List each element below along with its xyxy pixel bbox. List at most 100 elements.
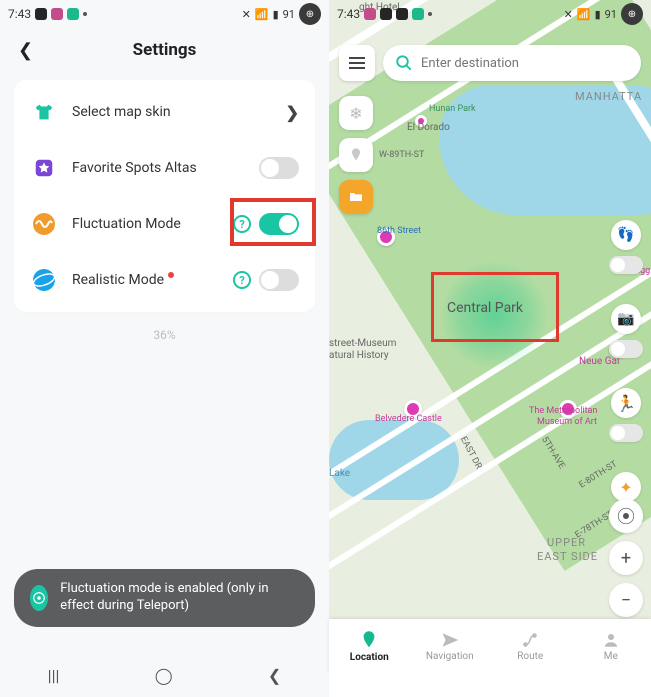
row-label: Select map skin (72, 104, 286, 120)
crosshair-icon: ⦿ (617, 503, 635, 529)
pin-icon (348, 147, 364, 163)
map-canvas[interactable]: ght Hotel MANHATTA Hunan Park El Dorado … (329, 0, 651, 697)
map-label: EAST SIDE (537, 550, 598, 563)
whatsapp-icon (412, 8, 424, 20)
camera-icon: 📷 (617, 311, 634, 327)
battery-pct: 91 (283, 8, 295, 21)
map-label: Belvedere Castle (375, 414, 442, 424)
battery-pct: 91 (605, 8, 617, 21)
bottom-nav: Location Navigation Route Me (329, 619, 651, 673)
zoom-in-button[interactable]: + (609, 541, 643, 575)
tab-location[interactable]: Location (329, 619, 410, 673)
feet-badge[interactable]: 👣 (611, 220, 641, 250)
map-label: MANHATTA (575, 90, 642, 103)
more-icon (83, 12, 87, 16)
toast-text: Fluctuation mode is enabled (only in eff… (60, 581, 299, 615)
globe-icon (30, 266, 58, 294)
toast: Fluctuation mode is enabled (only in eff… (14, 569, 315, 627)
wifi-icon: 📶 (255, 8, 269, 21)
photo-icon (380, 8, 392, 20)
cam-badge[interactable]: 📷 (611, 304, 641, 334)
starburst-icon: ✦ (619, 478, 632, 497)
row-select-map-skin[interactable]: Select map skin ❯ (14, 84, 315, 140)
destination-input[interactable] (421, 56, 629, 71)
row-fluctuation-mode[interactable]: Fluctuation Mode ? (14, 196, 315, 252)
star-badge[interactable]: ✦ (611, 472, 641, 502)
menu-button[interactable] (339, 45, 375, 81)
row-realistic-mode[interactable]: Realistic Mode ? (14, 252, 315, 308)
layer-toggle-1[interactable] (609, 256, 643, 274)
tab-label: Route (517, 651, 543, 662)
footprints-icon: 👣 (617, 227, 634, 243)
row-label: Realistic Mode (72, 272, 233, 288)
right-tool-column: 👣 📷 🏃 ✦ (609, 220, 643, 502)
signal-icon: ▮ (595, 8, 601, 21)
tab-label: Me (604, 651, 618, 662)
map-label: Hunan Park (429, 104, 476, 114)
more-icon (428, 12, 432, 16)
map-label: Museum of Art (537, 417, 597, 427)
back-button[interactable]: ❮ (18, 40, 33, 61)
folder-icon (348, 189, 364, 205)
snow-button[interactable]: ❄ (339, 96, 373, 130)
map-label: 86th Street (377, 226, 421, 236)
tab-navigation[interactable]: Navigation (410, 619, 491, 673)
map-label-central-park: Central Park (447, 300, 523, 316)
layer-toggle-2[interactable] (609, 340, 643, 358)
chevron-right-icon: ❯ (286, 103, 299, 122)
run-badge[interactable]: 🏃 (611, 388, 641, 418)
app-icon (51, 8, 63, 20)
locate-button[interactable]: ⦿ (609, 499, 643, 533)
row-label: Fluctuation Mode (72, 216, 233, 232)
settings-pane: 7:43 ✕ 📶 ▮ 91 ⊕ ❮ Settings Select map sk… (0, 0, 329, 697)
zoom-column: ⦿ + − (609, 499, 643, 617)
settings-card: Select map skin ❯ Favorite Spots Altas F… (14, 80, 315, 312)
fluctuation-toggle[interactable] (259, 213, 299, 235)
target-icon (30, 585, 48, 611)
hamburger-icon (349, 62, 365, 64)
status-time: 7:43 (8, 7, 31, 21)
tab-route[interactable]: Route (490, 619, 571, 673)
status-bar: 7:43 ✕ 📶 ▮ 91 ⊕ (329, 0, 651, 28)
page-title: Settings (133, 40, 197, 60)
row-label: Favorite Spots Altas (72, 160, 259, 176)
status-time: 7:43 (337, 7, 360, 21)
whatsapp-icon (67, 8, 79, 20)
status-bar: 7:43 ✕ 📶 ▮ 91 ⊕ (0, 0, 329, 28)
pin-button[interactable] (339, 138, 373, 172)
mute-icon: ✕ (564, 8, 573, 21)
left-tool-column: ❄ (339, 96, 373, 214)
loc-icon (364, 8, 376, 20)
layer-toggle-3[interactable] (609, 424, 643, 442)
status-pill-icon: ⊕ (299, 3, 321, 25)
map-pane: ght Hotel MANHATTA Hunan Park El Dorado … (329, 0, 651, 697)
help-icon[interactable]: ? (233, 271, 251, 289)
realistic-toggle[interactable] (259, 269, 299, 291)
location-icon (359, 630, 379, 650)
map-label: El Dorado (407, 122, 450, 133)
photo-icon (35, 8, 47, 20)
search-icon (395, 54, 413, 72)
help-icon[interactable]: ? (233, 215, 251, 233)
map-label: atural History (329, 350, 389, 361)
map-label: UPPER (547, 536, 586, 549)
favorite-toggle[interactable] (259, 157, 299, 179)
tab-label: Location (350, 652, 389, 663)
plus-icon: + (621, 548, 631, 569)
row-favorite-spots[interactable]: Favorite Spots Altas (14, 140, 315, 196)
zoom-out-button[interactable]: − (609, 583, 643, 617)
tab-me[interactable]: Me (571, 619, 651, 673)
search-bar (339, 44, 641, 82)
map-label: The Metropolitan (529, 406, 597, 416)
snowflake-icon: ❄ (349, 104, 362, 123)
status-pill-icon: ⊕ (621, 3, 643, 25)
back-nav-button[interactable]: ❮ (268, 666, 281, 685)
map-label: street-Museum (329, 338, 396, 349)
map-label: Lake (329, 468, 350, 479)
person-icon (602, 631, 620, 649)
gesture-bar (329, 673, 651, 697)
folder-button[interactable] (339, 180, 373, 214)
recent-button[interactable]: ||| (48, 666, 60, 685)
search-box[interactable] (383, 45, 641, 81)
home-button[interactable]: ◯ (155, 666, 173, 685)
